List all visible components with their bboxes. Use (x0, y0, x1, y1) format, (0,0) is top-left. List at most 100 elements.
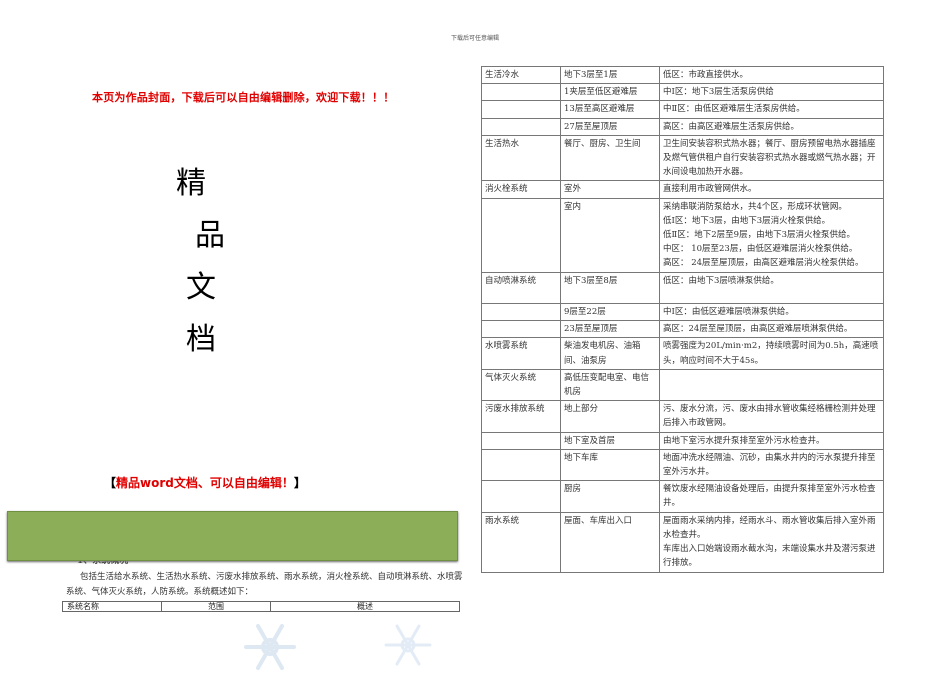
table-row: 雨水系统 屋面、车库出入口 屋面雨水采纳内排，经雨水斗、雨水管收集后排入室外雨水检查… (481, 511, 884, 573)
table-row: 污废水排放系统 地上部分 污、废水分流，污、废水由排水管收集经格栅检测井处理后排入市… (481, 400, 884, 433)
system-range-cell: 地下3层至1层 (560, 65, 660, 85)
description-line: 中Ⅰ区：地下3层生活泵房供给 (663, 87, 774, 98)
system-range-cell: 地下3层至8层 (560, 271, 660, 305)
description-line: 车库出入口始端设雨水截水沟，末端设集水井及潜污泵进行排放。 (663, 544, 876, 569)
system-name-cell (481, 320, 561, 339)
description-line: 由地下室污水提升泵排至室外污水检查井。 (663, 435, 825, 446)
cover-title-char-2: 品 (195, 218, 225, 253)
system-description-cell: 高区：由高区避难层生活泵房供给。 (659, 117, 884, 136)
system-description-cell: 餐饮废水经隔油设备处理后，由提升泵排至室外污水检查井。 (659, 480, 884, 513)
system-description-cell: 低区：由地下3层喷淋泵供给。 (659, 271, 884, 305)
system-description-cell: 污、废水分流，污、废水由排水管收集经格栅检测井处理后排入市政管网。 (659, 400, 884, 433)
description-line (663, 288, 880, 302)
page-header-note: 下载后可任意编辑 (450, 35, 499, 42)
system-description-cell: 采纳串联消防泵给水，共4个区，形成环状管网。 低Ⅰ区：地下3层，由地下3层消火栓泵… (659, 197, 884, 273)
description-line: 中Ⅱ区：由低区避难层生活泵房供给。 (663, 104, 805, 115)
system-description-cell: 高区：24层至屋顶层，由高区避难层喷淋泵供给。 (659, 320, 884, 339)
system-name-cell: 气体灭火系统 (481, 368, 561, 402)
system-description-cell: 由地下室污水提升泵排至室外污水检查井。 (659, 431, 884, 450)
system-name-cell (481, 480, 561, 513)
snowflake-icon (384, 624, 432, 666)
table-row: 1夹层至低区避难层 中Ⅰ区：地下3层生活泵房供给 (481, 83, 884, 102)
description-line: 污、废水分流，污、废水由排水管收集经格栅检测井处理后排入市政管网。 (663, 404, 876, 429)
description-line: 喷雾强度为20L/min·m2，持续喷雾时间为0.5h，高速喷头，响应时间不大于… (663, 341, 879, 366)
system-range-cell: 柴油发电机房、油箱间、油泵房 (560, 337, 660, 370)
system-range-cell: 地上部分 (560, 400, 660, 433)
system-name-cell: 污废水排放系统 (481, 400, 561, 433)
system-range-cell: 屋面、车库出入口 (560, 511, 660, 573)
system-range-cell: 23层至屋顶层 (560, 320, 660, 339)
description-line: 地面冲洗水经隔油、沉砂，由集水井内的污水泵提升排至室外污水井。 (663, 452, 876, 478)
table-row: 生活冷水 地下3层至1层 低区：市政直接供水。 (481, 65, 884, 85)
table-row: 23层至屋顶层 高区：24层至屋顶层，由高区避难层喷淋泵供给。 (481, 320, 884, 339)
system-name-cell: 水喷雾系统 (481, 337, 561, 370)
system-name-cell (481, 448, 561, 482)
system-description-cell: 低区：市政直接供水。 (659, 65, 884, 85)
table-row: 消火栓系统 室外 直接利用市政管网供水。 (481, 180, 884, 199)
description-line: 中区： 10层至23层，由低区避难层消火栓泵供给。 (663, 244, 858, 255)
system-name-cell: 消火栓系统 (481, 180, 561, 199)
description-line: 屋面雨水采纳内排，经雨水斗、雨水管收集后排入室外雨水检查井。 (663, 515, 876, 540)
overview-table-header: 系统名称 范围 概述 (62, 601, 460, 612)
header-range: 范围 (161, 601, 271, 612)
snowflake-decoration (244, 624, 432, 670)
description-line: 直接利用市政管网供水。 (663, 184, 757, 195)
system-name-cell (481, 83, 561, 102)
edit-note-text: 精品word文档、可以自由编辑！ (116, 476, 294, 490)
description-line: 低区：由地下3层喷淋泵供给。 (663, 275, 779, 286)
table-row: 系统名称 范围 概述 (62, 601, 460, 612)
description-line: 餐饮废水经隔油设备处理后，由提升泵排至室外污水检查井。 (663, 484, 876, 509)
system-range-cell: 室内 (560, 197, 660, 273)
snowflake-icon (244, 624, 296, 670)
cover-title-char-4: 档 (186, 322, 216, 357)
system-range-cell: 13层至高区避难层 (560, 100, 660, 119)
table-row: 生活热水 餐厅、厨房、卫生间 卫生间安装容积式热水器；餐厅、厨房预留电热水器插座及燃… (481, 134, 884, 182)
table-row: 气体灭火系统 高低压变配电室、电信机房 (481, 368, 884, 402)
description-line: 高区：24层至屋顶层，由高区避难层喷淋泵供给。 (663, 324, 853, 335)
system-range-cell: 1夹层至低区避难层 (560, 83, 660, 102)
table-row: 13层至高区避难层 中Ⅱ区：由低区避难层生活泵房供给。 (481, 100, 884, 119)
description-line: 低Ⅱ区：地下2层至9层，由地下3层消火栓泵供给。 (663, 230, 856, 241)
system-description-cell: 中Ⅱ区：由低区避难层生活泵房供给。 (659, 100, 884, 119)
description-line: 高区： 24层至屋顶层，由高区避难层消火栓泵供给。 (663, 258, 864, 269)
system-name-cell (481, 303, 561, 322)
description-line: 卫生间安装容积式热水器；餐厅、厨房预留电热水器插座及燃气管供租户自行安装容积式热… (663, 138, 876, 178)
system-name-cell: 生活热水 (481, 134, 561, 182)
description-line: 中Ⅰ区：由低区避难层喷淋泵供给。 (663, 307, 794, 318)
table-row: 27层至屋顶层 高区：由高区避难层生活泵房供给。 (481, 117, 884, 136)
system-range-cell: 室外 (560, 180, 660, 199)
system-description-cell: 卫生间安装容积式热水器；餐厅、厨房预留电热水器插座及燃气管供租户自行安装容积式热… (659, 134, 884, 182)
cover-notice: 本页为作品封面，下载后可以自由编辑删除，欢迎下载！！！ (92, 91, 395, 104)
system-range-cell: 高低压变配电室、电信机房 (560, 368, 660, 402)
cover-title-char-1: 精 (176, 166, 206, 201)
overview-paragraph: 包括生活给水系统、生活热水系统、污废水排放系统、雨水系统，消火栓系统、自动喷淋系… (66, 572, 463, 597)
edit-note-close-bracket: 】 (293, 476, 306, 490)
system-name-cell (481, 431, 561, 450)
system-description-cell: 直接利用市政管网供水。 (659, 180, 884, 199)
edit-note-open-bracket: 【 (104, 476, 117, 490)
system-name-cell: 生活冷水 (481, 65, 561, 85)
system-range-cell: 27层至屋顶层 (560, 117, 660, 136)
description-line: 低区：市政直接供水。 (663, 70, 749, 80)
system-range-cell: 餐厅、厨房、卫生间 (560, 134, 660, 182)
description-line: 低Ⅰ区：地下3层，由地下3层消火栓泵供给。 (663, 215, 831, 226)
system-range-cell: 地下室及首层 (560, 431, 660, 450)
system-range-cell: 地下车库 (560, 448, 660, 482)
system-description-cell: 地面冲洗水经隔油、沉砂，由集水井内的污水泵提升排至室外污水井。 (659, 448, 884, 482)
system-range-cell: 9层至22层 (560, 303, 660, 322)
system-name-cell (481, 100, 561, 119)
description-line (663, 371, 880, 385)
table-row: 自动喷淋系统 地下3层至8层 低区：由地下3层喷淋泵供给。 (481, 271, 884, 305)
system-name-cell (481, 197, 561, 273)
systems-table: 生活冷水 地下3层至1层 低区：市政直接供水。 1夹层至低区避难层 中Ⅰ区：地下3层生活… (481, 65, 884, 573)
description-line: 采纳串联消防泵给水，共4个区，形成环状管网。 (663, 201, 847, 212)
table-row: 地下车库 地面冲洗水经隔油、沉砂，由集水井内的污水泵提升排至室外污水井。 (481, 448, 884, 482)
system-range-cell: 厨房 (560, 480, 660, 513)
system-description-cell: 喷雾强度为20L/min·m2，持续喷雾时间为0.5h，高速喷头，响应时间不大于… (659, 337, 884, 370)
table-row: 水喷雾系统 柴油发电机房、油箱间、油泵房 喷雾强度为20L/min·m2，持续喷雾时… (481, 337, 884, 370)
system-description-cell: 屋面雨水采纳内排，经雨水斗、雨水管收集后排入室外雨水检查井。 车库出入口始端设雨水… (659, 511, 884, 573)
header-overview: 概述 (270, 601, 460, 612)
system-description-cell: 中Ⅰ区：由低区避难层喷淋泵供给。 (659, 303, 884, 322)
system-description-cell (659, 368, 884, 402)
edit-note: 【精品word文档、可以自由编辑！】 (104, 474, 354, 491)
